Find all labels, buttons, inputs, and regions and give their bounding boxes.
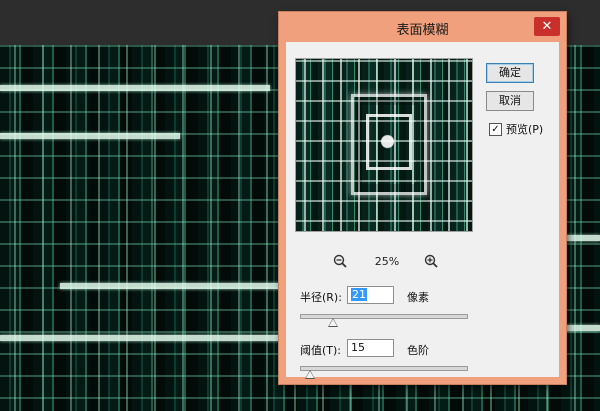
radius-slider-thumb[interactable] bbox=[328, 318, 339, 327]
threshold-input[interactable]: 15 bbox=[347, 339, 394, 357]
preview-checkbox[interactable]: ✓ bbox=[489, 122, 502, 136]
radius-unit: 像素 bbox=[407, 291, 429, 304]
threshold-slider-thumb[interactable] bbox=[304, 370, 315, 379]
threshold-slider[interactable] bbox=[300, 366, 468, 371]
close-button[interactable]: ✕ bbox=[534, 17, 560, 36]
zoom-controls: 25% bbox=[333, 254, 443, 272]
preview-image[interactable] bbox=[295, 58, 473, 232]
canvas-highlight bbox=[60, 283, 300, 289]
radius-slider[interactable] bbox=[300, 314, 468, 319]
radius-label: 半径(R): bbox=[300, 291, 342, 304]
canvas-highlight bbox=[0, 335, 280, 341]
threshold-value: 15 bbox=[351, 341, 365, 354]
radius-value: 21 bbox=[351, 288, 367, 301]
dialog-title: 表面模糊 bbox=[396, 23, 449, 38]
canvas-highlight bbox=[565, 235, 600, 241]
cancel-button[interactable]: 取消 bbox=[486, 91, 534, 111]
preview-highlight bbox=[366, 114, 412, 170]
surface-blur-dialog: 表面模糊 ✕ 确定 取消 ✓ 预览(P) 25% 半径(R): 21 像素 阈值… bbox=[279, 12, 566, 384]
zoom-out-icon[interactable] bbox=[333, 254, 347, 268]
zoom-level: 25% bbox=[374, 255, 400, 268]
preview-checkbox-row[interactable]: ✓ 预览(P) bbox=[489, 121, 543, 137]
canvas-highlight bbox=[0, 85, 270, 91]
canvas-highlight bbox=[0, 133, 180, 139]
ok-button[interactable]: 确定 bbox=[486, 63, 534, 83]
radius-input[interactable]: 21 bbox=[347, 286, 394, 304]
threshold-label: 阈值(T): bbox=[300, 344, 342, 357]
preview-checkbox-label: 预览(P) bbox=[506, 123, 544, 136]
threshold-unit: 色阶 bbox=[407, 344, 429, 357]
dialog-body: 确定 取消 ✓ 预览(P) 25% 半径(R): 21 像素 阈值(T): 15… bbox=[286, 42, 559, 379]
canvas-highlight bbox=[565, 325, 600, 331]
close-icon: ✕ bbox=[541, 19, 553, 34]
dialog-titlebar[interactable]: 表面模糊 ✕ bbox=[279, 12, 566, 42]
zoom-in-icon[interactable] bbox=[424, 254, 438, 268]
